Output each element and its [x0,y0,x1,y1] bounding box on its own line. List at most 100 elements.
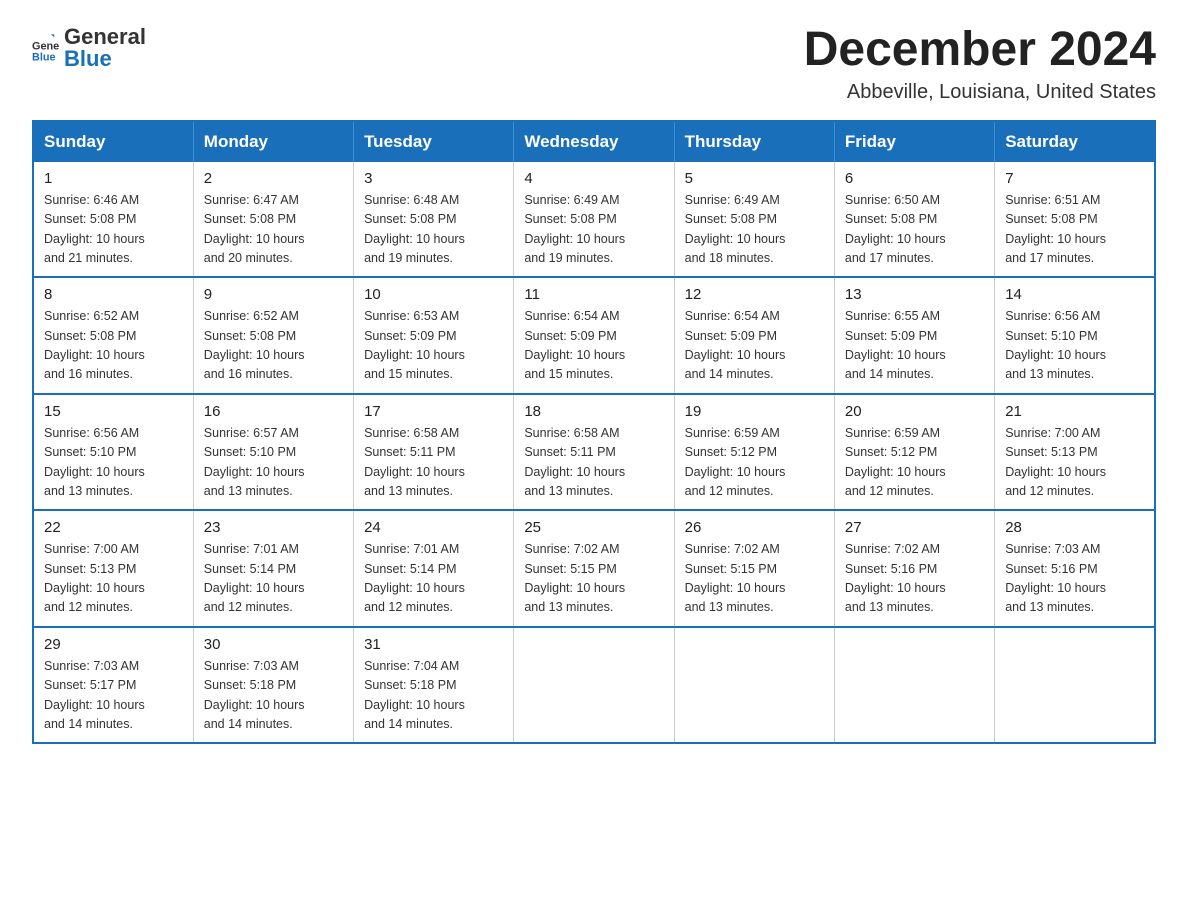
day-number: 31 [364,636,503,653]
day-cell-9: 9 Sunrise: 6:52 AM Sunset: 5:08 PM Dayli… [193,277,353,394]
calendar-header: SundayMondayTuesdayWednesdayThursdayFrid… [33,121,1155,162]
day-info: Sunrise: 7:01 AM Sunset: 5:14 PM Dayligh… [204,540,343,618]
header-sunday: Sunday [33,121,193,162]
day-info: Sunrise: 6:50 AM Sunset: 5:08 PM Dayligh… [845,191,984,269]
day-info: Sunrise: 6:59 AM Sunset: 5:12 PM Dayligh… [845,424,984,502]
day-cell-15: 15 Sunrise: 6:56 AM Sunset: 5:10 PM Dayl… [33,394,193,511]
day-info: Sunrise: 6:49 AM Sunset: 5:08 PM Dayligh… [524,191,663,269]
day-number: 21 [1005,403,1144,420]
day-info: Sunrise: 6:52 AM Sunset: 5:08 PM Dayligh… [44,307,183,385]
day-number: 3 [364,170,503,187]
day-info: Sunrise: 6:59 AM Sunset: 5:12 PM Dayligh… [685,424,824,502]
day-number: 8 [44,286,183,303]
day-info: Sunrise: 7:01 AM Sunset: 5:14 PM Dayligh… [364,540,503,618]
day-cell-7: 7 Sunrise: 6:51 AM Sunset: 5:08 PM Dayli… [995,162,1155,278]
day-info: Sunrise: 6:48 AM Sunset: 5:08 PM Dayligh… [364,191,503,269]
day-number: 24 [364,519,503,536]
day-number: 23 [204,519,343,536]
day-cell-17: 17 Sunrise: 6:58 AM Sunset: 5:11 PM Dayl… [354,394,514,511]
day-number: 9 [204,286,343,303]
day-cell-23: 23 Sunrise: 7:01 AM Sunset: 5:14 PM Dayl… [193,510,353,627]
day-number: 30 [204,636,343,653]
calendar-table: SundayMondayTuesdayWednesdayThursdayFrid… [32,120,1156,745]
day-cell-29: 29 Sunrise: 7:03 AM Sunset: 5:17 PM Dayl… [33,627,193,744]
day-cell-12: 12 Sunrise: 6:54 AM Sunset: 5:09 PM Dayl… [674,277,834,394]
week-row-4: 22 Sunrise: 7:00 AM Sunset: 5:13 PM Dayl… [33,510,1155,627]
day-number: 1 [44,170,183,187]
day-cell-30: 30 Sunrise: 7:03 AM Sunset: 5:18 PM Dayl… [193,627,353,744]
empty-cell [514,627,674,744]
calendar-body: 1 Sunrise: 6:46 AM Sunset: 5:08 PM Dayli… [33,162,1155,744]
header-thursday: Thursday [674,121,834,162]
week-row-3: 15 Sunrise: 6:56 AM Sunset: 5:10 PM Dayl… [33,394,1155,511]
day-cell-22: 22 Sunrise: 7:00 AM Sunset: 5:13 PM Dayl… [33,510,193,627]
day-cell-21: 21 Sunrise: 7:00 AM Sunset: 5:13 PM Dayl… [995,394,1155,511]
day-cell-18: 18 Sunrise: 6:58 AM Sunset: 5:11 PM Dayl… [514,394,674,511]
day-info: Sunrise: 6:56 AM Sunset: 5:10 PM Dayligh… [44,424,183,502]
day-cell-20: 20 Sunrise: 6:59 AM Sunset: 5:12 PM Dayl… [834,394,994,511]
day-info: Sunrise: 6:58 AM Sunset: 5:11 PM Dayligh… [524,424,663,502]
day-info: Sunrise: 6:52 AM Sunset: 5:08 PM Dayligh… [204,307,343,385]
day-number: 22 [44,519,183,536]
day-number: 17 [364,403,503,420]
week-row-5: 29 Sunrise: 7:03 AM Sunset: 5:17 PM Dayl… [33,627,1155,744]
day-info: Sunrise: 6:56 AM Sunset: 5:10 PM Dayligh… [1005,307,1144,385]
day-cell-28: 28 Sunrise: 7:03 AM Sunset: 5:16 PM Dayl… [995,510,1155,627]
empty-cell [995,627,1155,744]
day-info: Sunrise: 6:55 AM Sunset: 5:09 PM Dayligh… [845,307,984,385]
day-info: Sunrise: 7:03 AM Sunset: 5:16 PM Dayligh… [1005,540,1144,618]
header-wednesday: Wednesday [514,121,674,162]
day-info: Sunrise: 6:51 AM Sunset: 5:08 PM Dayligh… [1005,191,1144,269]
title-block: December 2024 Abbeville, Louisiana, Unit… [804,24,1156,104]
day-info: Sunrise: 6:47 AM Sunset: 5:08 PM Dayligh… [204,191,343,269]
day-cell-8: 8 Sunrise: 6:52 AM Sunset: 5:08 PM Dayli… [33,277,193,394]
day-number: 16 [204,403,343,420]
day-info: Sunrise: 7:03 AM Sunset: 5:17 PM Dayligh… [44,657,183,735]
day-cell-1: 1 Sunrise: 6:46 AM Sunset: 5:08 PM Dayli… [33,162,193,278]
day-cell-6: 6 Sunrise: 6:50 AM Sunset: 5:08 PM Dayli… [834,162,994,278]
day-cell-25: 25 Sunrise: 7:02 AM Sunset: 5:15 PM Dayl… [514,510,674,627]
day-cell-16: 16 Sunrise: 6:57 AM Sunset: 5:10 PM Dayl… [193,394,353,511]
day-cell-14: 14 Sunrise: 6:56 AM Sunset: 5:10 PM Dayl… [995,277,1155,394]
day-info: Sunrise: 6:58 AM Sunset: 5:11 PM Dayligh… [364,424,503,502]
header-tuesday: Tuesday [354,121,514,162]
calendar-title: December 2024 [804,24,1156,77]
day-info: Sunrise: 7:03 AM Sunset: 5:18 PM Dayligh… [204,657,343,735]
day-info: Sunrise: 6:46 AM Sunset: 5:08 PM Dayligh… [44,191,183,269]
header-monday: Monday [193,121,353,162]
day-cell-10: 10 Sunrise: 6:53 AM Sunset: 5:09 PM Dayl… [354,277,514,394]
day-info: Sunrise: 7:02 AM Sunset: 5:15 PM Dayligh… [685,540,824,618]
day-cell-31: 31 Sunrise: 7:04 AM Sunset: 5:18 PM Dayl… [354,627,514,744]
day-cell-19: 19 Sunrise: 6:59 AM Sunset: 5:12 PM Dayl… [674,394,834,511]
day-number: 26 [685,519,824,536]
day-cell-2: 2 Sunrise: 6:47 AM Sunset: 5:08 PM Dayli… [193,162,353,278]
empty-cell [834,627,994,744]
logo-icon: General Blue [32,34,60,62]
day-number: 7 [1005,170,1144,187]
day-info: Sunrise: 7:00 AM Sunset: 5:13 PM Dayligh… [44,540,183,618]
day-number: 4 [524,170,663,187]
day-cell-24: 24 Sunrise: 7:01 AM Sunset: 5:14 PM Dayl… [354,510,514,627]
day-cell-11: 11 Sunrise: 6:54 AM Sunset: 5:09 PM Dayl… [514,277,674,394]
day-number: 27 [845,519,984,536]
day-number: 19 [685,403,824,420]
header-saturday: Saturday [995,121,1155,162]
logo-blue-text: Blue [64,46,146,72]
day-number: 12 [685,286,824,303]
day-cell-13: 13 Sunrise: 6:55 AM Sunset: 5:09 PM Dayl… [834,277,994,394]
day-info: Sunrise: 6:53 AM Sunset: 5:09 PM Dayligh… [364,307,503,385]
day-cell-5: 5 Sunrise: 6:49 AM Sunset: 5:08 PM Dayli… [674,162,834,278]
day-cell-27: 27 Sunrise: 7:02 AM Sunset: 5:16 PM Dayl… [834,510,994,627]
day-number: 11 [524,286,663,303]
day-info: Sunrise: 6:49 AM Sunset: 5:08 PM Dayligh… [685,191,824,269]
day-number: 13 [845,286,984,303]
day-info: Sunrise: 7:00 AM Sunset: 5:13 PM Dayligh… [1005,424,1144,502]
day-number: 28 [1005,519,1144,536]
day-number: 15 [44,403,183,420]
day-number: 25 [524,519,663,536]
day-info: Sunrise: 7:02 AM Sunset: 5:16 PM Dayligh… [845,540,984,618]
page-header: General Blue General Blue December 2024 … [32,24,1156,104]
week-row-1: 1 Sunrise: 6:46 AM Sunset: 5:08 PM Dayli… [33,162,1155,278]
empty-cell [674,627,834,744]
day-number: 10 [364,286,503,303]
